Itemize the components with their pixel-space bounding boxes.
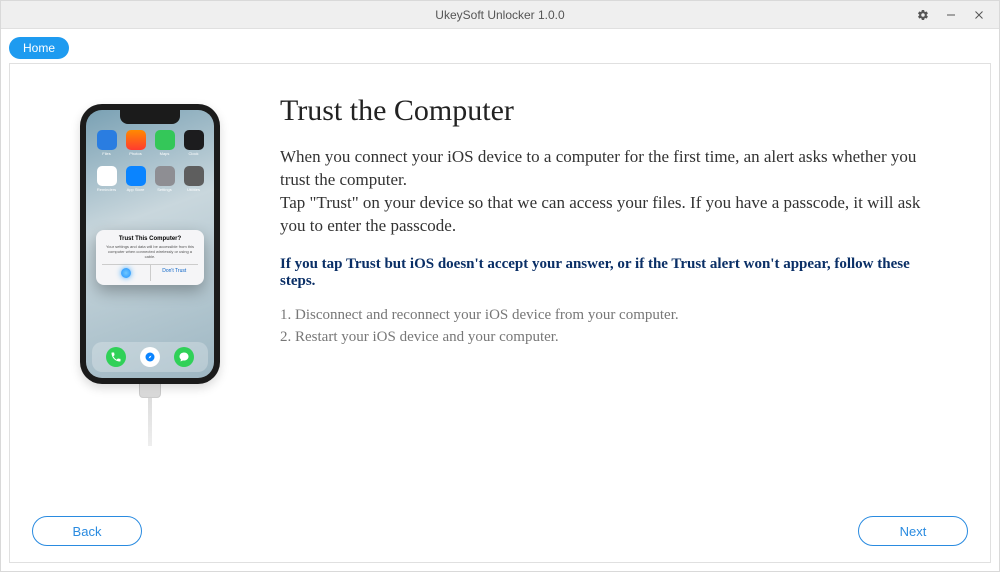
- home-button[interactable]: Home: [9, 37, 69, 59]
- footer-nav: Back Next: [10, 504, 990, 562]
- safari-icon: [140, 347, 160, 367]
- home-label: Home: [23, 41, 55, 55]
- app-label: Maps: [155, 151, 175, 156]
- troubleshoot-steps: 1. Disconnect and reconnect your iOS dev…: [280, 304, 940, 349]
- app-row-1: Files Photos Maps Clock: [86, 130, 214, 156]
- step-2: 2. Restart your iOS device and your comp…: [280, 326, 940, 349]
- close-button[interactable]: [965, 1, 993, 29]
- fingerprint-icon: [121, 268, 131, 278]
- window-controls: [909, 1, 993, 28]
- close-icon: [973, 9, 985, 21]
- phone-screen: Files Photos Maps Clock Reminders App St…: [86, 110, 214, 378]
- phone-dock: [92, 342, 208, 372]
- alert-title: Trust This Computer?: [102, 236, 198, 242]
- app-label: Utilities: [184, 187, 204, 192]
- instructions-column: Trust the Computer When you connect your…: [250, 94, 950, 504]
- breadcrumb-bar: Home: [1, 29, 999, 63]
- app-icon: [97, 130, 117, 150]
- minimize-icon: [945, 9, 957, 21]
- app-row-2: Reminders App Store Settings Utilities: [86, 166, 214, 192]
- app-icon: [184, 166, 204, 186]
- phone-frame: Files Photos Maps Clock Reminders App St…: [80, 104, 220, 384]
- back-label: Back: [73, 524, 102, 539]
- alert-trust-button: [102, 265, 151, 281]
- step-1: 1. Disconnect and reconnect your iOS dev…: [280, 304, 940, 327]
- page-heading: Trust the Computer: [280, 94, 940, 128]
- phone-icon: [106, 347, 126, 367]
- cable: [148, 398, 152, 446]
- messages-icon: [174, 347, 194, 367]
- settings-button[interactable]: [909, 1, 937, 29]
- main-panel: Files Photos Maps Clock Reminders App St…: [9, 63, 991, 563]
- app-label: App Store: [126, 187, 146, 192]
- back-button[interactable]: Back: [32, 516, 142, 546]
- paragraph-line-2: Tap "Trust" on your device so that we ca…: [280, 193, 920, 235]
- intro-paragraph: When you connect your iOS device to a co…: [280, 146, 940, 238]
- gear-icon: [917, 9, 929, 21]
- app-label: Settings: [155, 187, 175, 192]
- app-label: Photos: [126, 151, 146, 156]
- app-icon: [155, 166, 175, 186]
- alert-buttons: Don't Trust: [102, 264, 198, 281]
- phone-notch: [120, 110, 180, 124]
- troubleshoot-note: If you tap Trust but iOS doesn't accept …: [280, 256, 940, 290]
- app-icon: [126, 166, 146, 186]
- title-bar: UkeySoft Unlocker 1.0.0: [1, 1, 999, 29]
- app-label: Reminders: [97, 187, 117, 192]
- minimize-button[interactable]: [937, 1, 965, 29]
- alert-dont-trust-button: Don't Trust: [151, 265, 199, 281]
- alert-body: Your settings and data will be accessibl…: [104, 244, 196, 260]
- trust-alert: Trust This Computer? Your settings and d…: [96, 230, 204, 285]
- app-icon: [126, 130, 146, 150]
- app-icon: [184, 130, 204, 150]
- next-button[interactable]: Next: [858, 516, 968, 546]
- cable-connector: [139, 382, 161, 398]
- phone-illustration: Files Photos Maps Clock Reminders App St…: [50, 94, 250, 504]
- app-label: Clock: [184, 151, 204, 156]
- content-row: Files Photos Maps Clock Reminders App St…: [10, 64, 990, 504]
- paragraph-line-1: When you connect your iOS device to a co…: [280, 147, 916, 189]
- app-icon: [97, 166, 117, 186]
- window-title: UkeySoft Unlocker 1.0.0: [1, 8, 999, 22]
- app-label: Files: [97, 151, 117, 156]
- app-icon: [155, 130, 175, 150]
- next-label: Next: [900, 524, 927, 539]
